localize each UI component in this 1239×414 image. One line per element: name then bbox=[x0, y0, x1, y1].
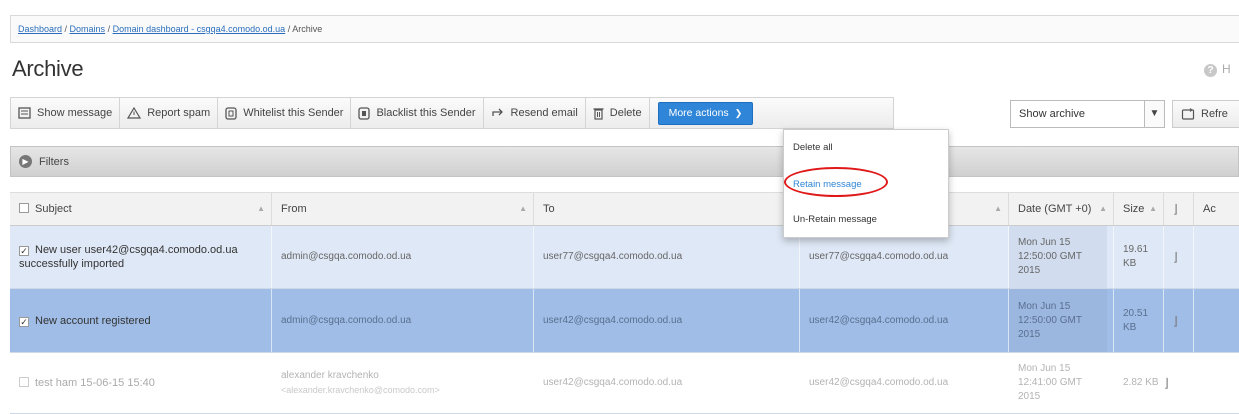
more-actions-button[interactable]: More actions ❯ bbox=[657, 101, 754, 125]
row-size: 20.51 KB bbox=[1114, 289, 1164, 352]
table-row[interactable]: ✓ New account registered admin@csgqa.como… bbox=[10, 289, 1239, 353]
row-date: Mon Jun 15 12:50:00 GMT 2015 bbox=[1009, 289, 1114, 352]
sort-icon: ▲ bbox=[519, 204, 527, 213]
column-attachment[interactable]: ⌋ bbox=[1164, 193, 1194, 225]
filters-bar[interactable]: ▶ Filters bbox=[10, 146, 1239, 177]
blacklist-icon bbox=[358, 106, 371, 120]
expand-icon: ▶ bbox=[19, 155, 32, 168]
refresh-button[interactable]: Refre bbox=[1172, 100, 1239, 128]
breadcrumb-current: Archive bbox=[292, 24, 323, 34]
row-subject: test ham 15-06-15 15:40 bbox=[35, 377, 155, 389]
row-from: admin@csgqa.comodo.od.ua bbox=[272, 289, 534, 352]
warning-icon bbox=[127, 107, 142, 119]
report-spam-button[interactable]: Report spam bbox=[120, 98, 219, 128]
breadcrumb-dashboard[interactable]: Dashboard bbox=[18, 24, 62, 34]
row-from-email: <alexander.kravchenko@comodo.com> bbox=[281, 385, 440, 395]
message-icon bbox=[18, 107, 31, 119]
menu-item-unretain-message[interactable]: Un-Retain message bbox=[793, 214, 877, 225]
help-icon: ? bbox=[1204, 64, 1217, 77]
column-from[interactable]: From ▲ bbox=[272, 193, 534, 225]
column-size[interactable]: Size ▲ bbox=[1114, 193, 1164, 225]
row-checkbox[interactable] bbox=[19, 377, 29, 387]
show-message-button[interactable]: Show message bbox=[11, 98, 121, 128]
paperclip-icon: ⌋ bbox=[1173, 202, 1178, 216]
row-from: alexander kravchenko bbox=[281, 370, 379, 381]
row-from: admin@csgqa.comodo.od.ua bbox=[272, 226, 534, 288]
select-all-checkbox[interactable] bbox=[19, 203, 29, 213]
breadcrumb-domains[interactable]: Domains bbox=[70, 24, 106, 34]
column-subject[interactable]: Subject ▲ bbox=[10, 193, 272, 225]
table-header: Subject ▲ From ▲ To ▲ Date (GMT +0) ▲ Size ▲… bbox=[10, 192, 1239, 226]
blacklist-sender-button[interactable]: Blacklist this Sender bbox=[351, 98, 484, 128]
sort-icon: ▲ bbox=[1099, 204, 1107, 213]
row-size: 19.61 KB bbox=[1114, 226, 1164, 288]
paperclip-icon: ⌋ bbox=[1173, 250, 1178, 264]
row-date: Mon Jun 15 12:41:00 GMT 2015 bbox=[1009, 353, 1114, 413]
chevron-down-icon: ▼ bbox=[1144, 101, 1164, 127]
column-date[interactable]: Date (GMT +0) ▲ bbox=[1009, 193, 1114, 225]
action-toolbar: Show message Report spam Whitelist this … bbox=[10, 97, 894, 129]
row-to: user77@csgqa4.comodo.od.ua bbox=[534, 226, 800, 288]
row-to: user42@csgqa4.comodo.od.ua bbox=[534, 289, 800, 352]
help-link[interactable]: ? H bbox=[1204, 62, 1231, 77]
resend-icon bbox=[491, 108, 503, 116]
row-recipient: user42@csgqa4.comodo.od.ua bbox=[800, 289, 1009, 352]
column-to[interactable]: To bbox=[534, 193, 800, 225]
whitelist-sender-button[interactable]: Whitelist this Sender bbox=[218, 98, 352, 128]
row-checkbox[interactable]: ✓ bbox=[19, 246, 29, 256]
row-subject: New user user42@csgqa4.comodo.od.ua succ… bbox=[19, 244, 238, 270]
row-size: 2.82 KB bbox=[1114, 353, 1164, 413]
breadcrumb: Dashboard / Domains / Domain dashboard -… bbox=[10, 15, 1239, 43]
column-actions[interactable]: Ac bbox=[1194, 193, 1239, 225]
sort-icon: ▲ bbox=[994, 204, 1002, 213]
table-row[interactable]: test ham 15-06-15 15:40 alexander kravch… bbox=[10, 353, 1239, 414]
row-date: Mon Jun 15 12:50:00 GMT 2015 bbox=[1009, 226, 1114, 288]
row-to: user42@csgqa4.comodo.od.ua bbox=[534, 353, 800, 413]
whitelist-icon bbox=[225, 106, 237, 120]
top-bar: Dashboard / Domains / Domain dashboard -… bbox=[0, 0, 1239, 44]
sort-icon: ▲ bbox=[257, 204, 265, 213]
row-recipient: user42@csgqa4.comodo.od.ua bbox=[800, 353, 1009, 413]
delete-button[interactable]: Delete bbox=[586, 98, 650, 128]
sort-icon: ▲ bbox=[1149, 204, 1157, 213]
archive-view-select[interactable]: Show archive ▼ bbox=[1010, 100, 1165, 128]
paperclip-icon: ⌋ bbox=[1164, 376, 1169, 390]
paperclip-icon: ⌋ bbox=[1173, 313, 1178, 328]
table-row[interactable]: ✓ New user user42@csgqa4.comodo.od.ua suc… bbox=[10, 226, 1239, 289]
trash-icon bbox=[593, 107, 604, 120]
menu-item-delete-all[interactable]: Delete all bbox=[793, 142, 833, 153]
row-checkbox[interactable]: ✓ bbox=[19, 316, 29, 327]
refresh-icon bbox=[1181, 107, 1195, 120]
page-title: Archive bbox=[12, 56, 84, 81]
breadcrumb-domain-dashboard[interactable]: Domain dashboard - csgqa4.comodo.od.ua bbox=[113, 24, 286, 34]
chevron-down-icon: ❯ bbox=[734, 107, 743, 118]
resend-email-button[interactable]: Resend email bbox=[484, 98, 586, 128]
row-subject: New account registered bbox=[35, 314, 151, 327]
highlight-circle bbox=[784, 167, 888, 197]
